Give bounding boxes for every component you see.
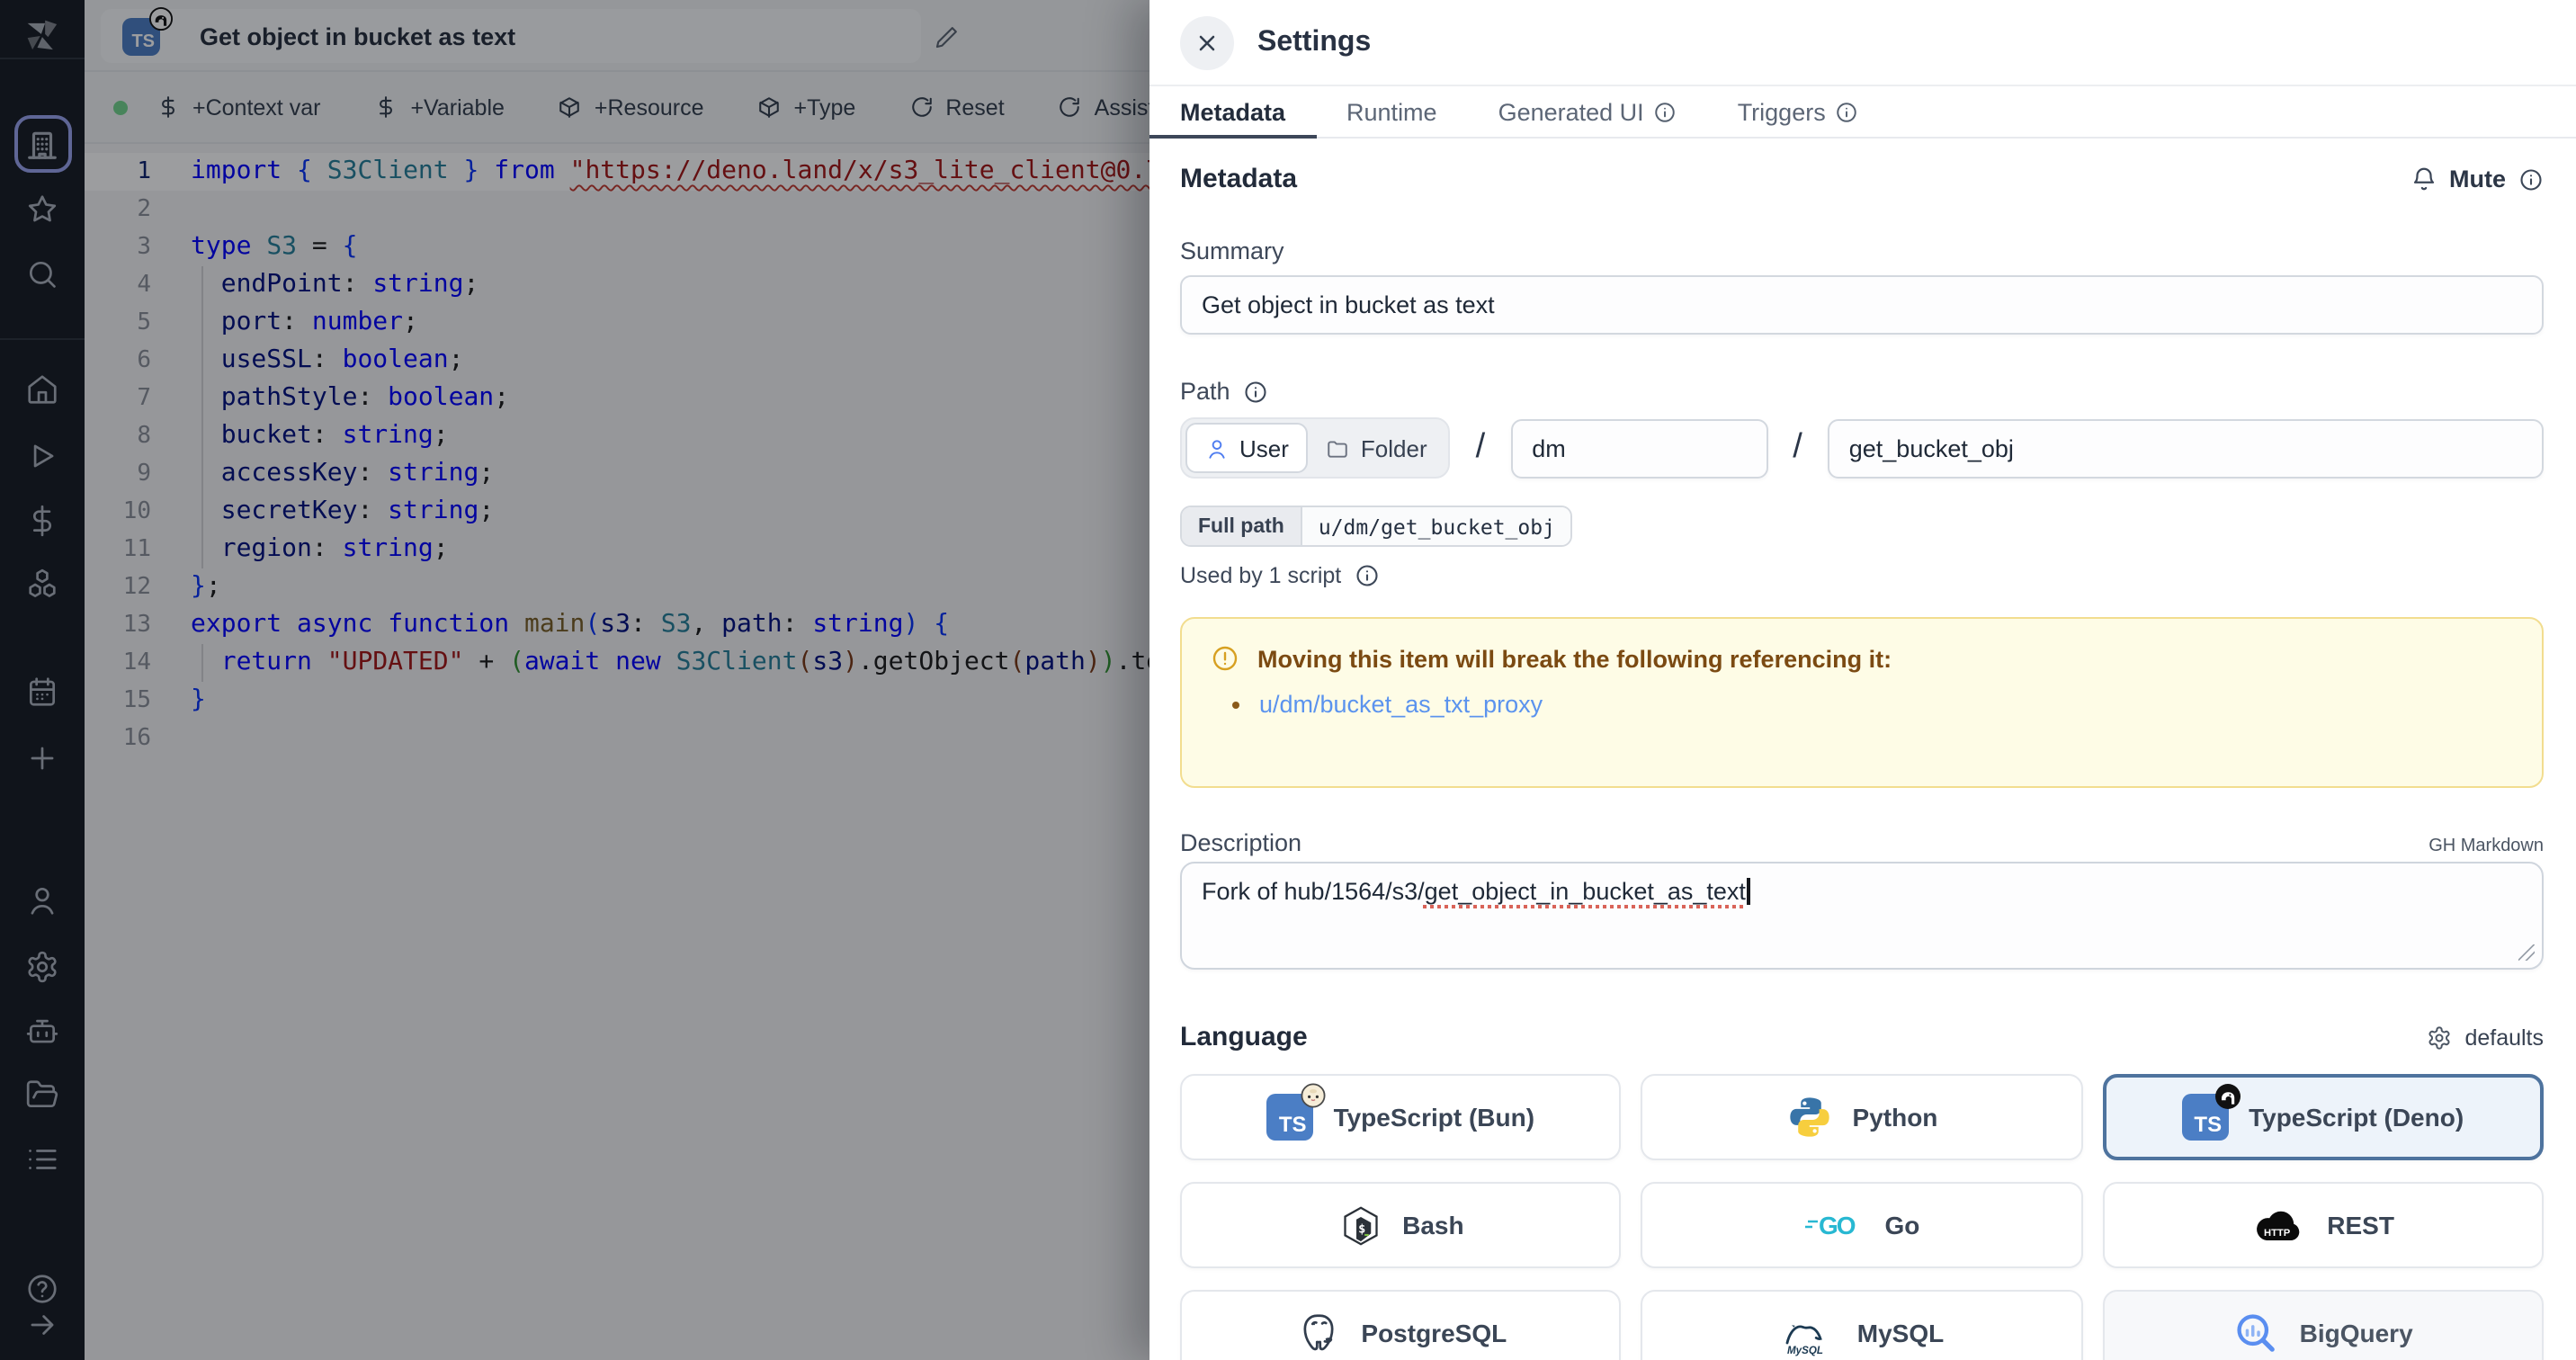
editor-region: TS Get object in bucket as text +Context… xyxy=(0,0,1149,1360)
info-icon[interactable] xyxy=(1243,379,1268,404)
svg-text:$: $ xyxy=(1357,1221,1364,1236)
settings-tabs: MetadataRuntimeGenerated UITriggers xyxy=(1149,85,2576,139)
rest-icon: HTTP xyxy=(2251,1206,2307,1244)
referencing-script-link[interactable]: u/dm/bucket_as_txt_proxy xyxy=(1259,691,1543,718)
description-textarea[interactable]: Fork of hub/1564/s3/get_object_in_bucket… xyxy=(1180,862,2544,970)
warning-reference-item: u/dm/bucket_as_txt_proxy xyxy=(1259,691,2513,718)
path-owner-input[interactable] xyxy=(1510,418,1767,478)
spellcheck-underline: get_object_in_bucket_as_text xyxy=(1425,878,1746,905)
user-icon xyxy=(1205,436,1229,460)
svg-text:MySQL: MySQL xyxy=(1788,1344,1824,1356)
bell-icon xyxy=(2410,166,2437,192)
drawer-header: Settings xyxy=(1149,0,2576,85)
info-icon xyxy=(1835,100,1858,123)
bigquery-icon xyxy=(2233,1310,2280,1356)
tab-runtime[interactable]: Runtime xyxy=(1316,86,1468,137)
postgresql-icon xyxy=(1294,1310,1341,1356)
markdown-hint: GH Markdown xyxy=(2428,837,2544,856)
go-icon: GO xyxy=(1804,1209,1865,1241)
language-card-mysql[interactable]: MySQLMySQL xyxy=(1641,1290,2083,1360)
gear-icon xyxy=(2427,1024,2452,1050)
mysql-icon: MySQL xyxy=(1780,1311,1838,1356)
path-label: Path xyxy=(1180,378,2544,405)
close-icon[interactable] xyxy=(1180,15,1234,69)
summary-label: Summary xyxy=(1180,237,2544,264)
resize-handle-icon[interactable] xyxy=(2518,944,2535,961)
tab-generated-ui[interactable]: Generated UI xyxy=(1468,86,1707,137)
svg-text:HTTP: HTTP xyxy=(2263,1227,2290,1238)
tab-metadata[interactable]: Metadata xyxy=(1149,86,1316,137)
drawer-title: Settings xyxy=(1257,26,1371,58)
info-icon xyxy=(1653,100,1677,123)
owner-kind-toggle: UserFolder xyxy=(1180,417,1451,479)
path-name-input[interactable] xyxy=(1828,418,2544,478)
warning-title: Moving this item will break the followin… xyxy=(1257,645,1892,672)
language-heading: Language xyxy=(1180,1022,1308,1052)
ts-deno-icon: TS xyxy=(2182,1094,2229,1141)
settings-drawer: Settings MetadataRuntimeGenerated UITrig… xyxy=(1149,0,2576,1360)
move-warning-banner: Moving this item will break the followin… xyxy=(1180,617,2544,788)
summary-input[interactable] xyxy=(1180,275,2544,335)
metadata-panel: Metadata Mute Summary Path UserFolder / … xyxy=(1149,139,2576,1360)
language-card-typescript--bun-[interactable]: TSTypeScript (Bun) xyxy=(1180,1074,1622,1160)
full-path-label: Full path xyxy=(1182,507,1301,545)
language-defaults-button[interactable]: defaults xyxy=(2427,1024,2544,1050)
alert-circle-icon xyxy=(1211,644,1239,673)
language-card-rest[interactable]: HTTPREST xyxy=(2102,1182,2544,1268)
info-icon[interactable] xyxy=(2518,166,2544,192)
ts-bun-icon: TS xyxy=(1267,1094,1314,1141)
language-card-bigquery[interactable]: BigQuery xyxy=(2102,1290,2544,1360)
language-card-python[interactable]: Python xyxy=(1641,1074,2083,1160)
path-separator: / xyxy=(1476,428,1486,468)
text-caret xyxy=(1748,878,1750,905)
language-card-postgresql[interactable]: PostgreSQL xyxy=(1180,1290,1622,1360)
used-by: Used by 1 script xyxy=(1180,563,2544,588)
owner-toggle-folder[interactable]: Folder xyxy=(1309,423,1445,473)
language-card-go[interactable]: GOGo xyxy=(1641,1182,2083,1268)
full-path-chip: Full path u/dm/get_bucket_obj xyxy=(1180,506,1573,547)
owner-toggle-user[interactable]: User xyxy=(1185,423,1309,473)
mute-button[interactable]: Mute xyxy=(2410,166,2544,192)
language-card-typescript--deno-[interactable]: TSTypeScript (Deno) xyxy=(2102,1074,2544,1160)
language-grid: TSTypeScript (Bun)PythonTSTypeScript (De… xyxy=(1180,1074,2544,1360)
path-separator: / xyxy=(1793,428,1802,468)
language-card-bash[interactable]: $Bash xyxy=(1180,1182,1622,1268)
python-icon xyxy=(1786,1094,1833,1141)
svg-text:GO: GO xyxy=(1819,1212,1856,1239)
bash-icon: $ xyxy=(1337,1203,1382,1248)
metadata-heading: Metadata xyxy=(1180,164,1297,194)
folder-icon xyxy=(1327,436,1350,460)
drawer-backdrop[interactable] xyxy=(0,0,1149,1360)
description-label: Description xyxy=(1180,829,1301,856)
info-icon[interactable] xyxy=(1354,563,1379,588)
full-path-value: u/dm/get_bucket_obj xyxy=(1301,507,1571,545)
tab-triggers[interactable]: Triggers xyxy=(1707,86,1889,137)
